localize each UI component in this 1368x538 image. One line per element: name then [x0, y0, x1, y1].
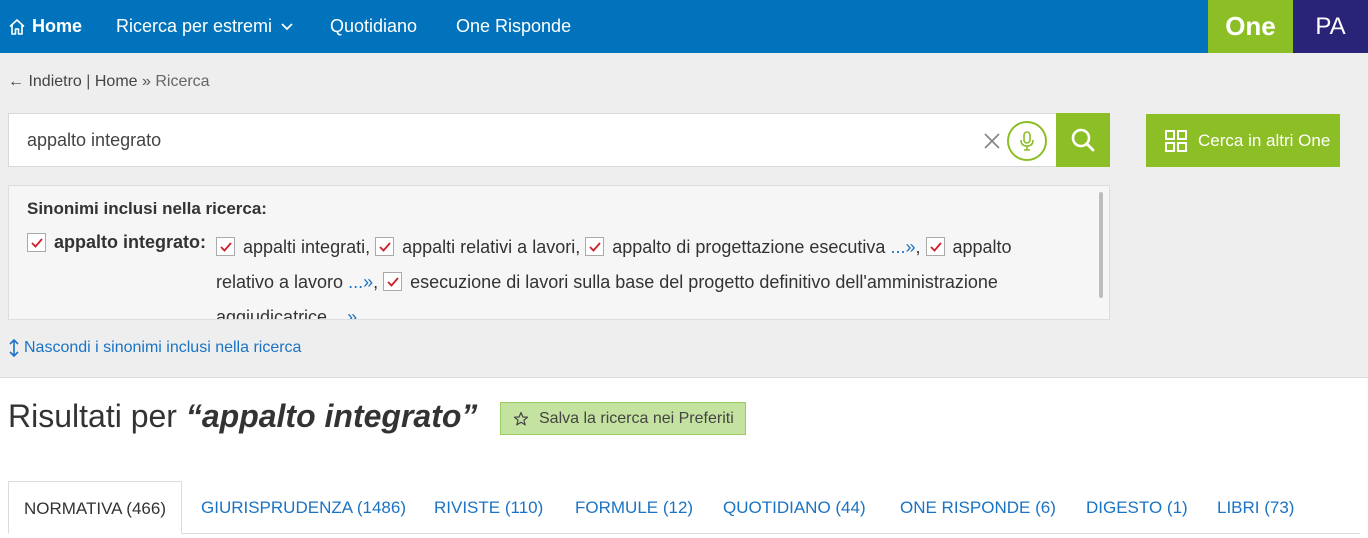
tab-formule[interactable]: FORMULE (12)	[575, 481, 693, 534]
breadcrumb-home-link[interactable]: Home	[95, 73, 138, 90]
synonym-item: appalto di progettazione esecutiva ...»,	[585, 237, 921, 257]
tab-normativa[interactable]: NORMATIVA (466)	[8, 481, 182, 534]
synonym-checkbox[interactable]	[383, 272, 403, 291]
check-icon	[31, 238, 43, 248]
check-icon	[387, 277, 399, 287]
results-title: Risultati per “appalto integrato”	[8, 398, 477, 435]
nav-ricerca-per-estremi[interactable]: Ricerca per estremi	[116, 0, 294, 53]
synonym-separator: ,	[575, 237, 581, 257]
check-icon	[220, 242, 232, 252]
search-area: ← Indietro | Home » Ricerca Cerca in alt…	[0, 53, 1368, 378]
nav-one-risponde[interactable]: One Risponde	[456, 0, 571, 53]
tab-digesto[interactable]: DIGESTO (1)	[1086, 481, 1188, 534]
nav-ricerca-label: Ricerca per estremi	[116, 16, 273, 36]
microphone-button[interactable]	[1007, 121, 1047, 161]
hide-synonyms-label: Nascondi i sinonimi inclusi nella ricerc…	[24, 339, 302, 356]
brand-logo-one[interactable]: One	[1208, 0, 1293, 53]
tab-riviste[interactable]: RIVISTE (110)	[434, 481, 543, 534]
search-icon	[1071, 128, 1095, 152]
save-search-label: Salva la ricerca nei Preferiti	[539, 409, 734, 427]
synonym-main-label: appalto integrato:	[54, 232, 206, 252]
search-button[interactable]	[1056, 113, 1110, 167]
tab-libri[interactable]: LIBRI (73)	[1217, 481, 1294, 534]
synonym-checkbox[interactable]	[585, 237, 605, 256]
synonym-main-term: appalto integrato:	[27, 232, 206, 253]
synonym-separator: ,	[915, 237, 921, 257]
synonym-checkbox[interactable]	[375, 237, 395, 256]
synonym-separator: ,	[373, 272, 379, 292]
synonym-more-link[interactable]: ...»	[348, 272, 373, 292]
results-title-prefix: Risultati per	[8, 398, 186, 434]
synonym-more-link[interactable]: ...»	[890, 237, 915, 257]
synonym-main-checkbox[interactable]	[27, 233, 46, 252]
synonym-item: appalti relativi a lavori,	[375, 237, 580, 257]
synonym-label: appalto di progettazione esecutiva	[612, 237, 886, 257]
synonym-more-link[interactable]: ...»	[332, 307, 357, 319]
clear-icon[interactable]	[981, 130, 1003, 152]
search-box	[8, 113, 1057, 167]
synonym-separator: ,	[365, 237, 371, 257]
synonym-item: appalti integrati,	[216, 237, 370, 257]
synonym-checkbox[interactable]	[216, 237, 235, 256]
synonyms-list: appalti integrati, appalti relativi a la…	[216, 230, 1074, 319]
cerca-in-altri-one-label: Cerca in altri One	[1198, 130, 1331, 150]
breadcrumb-separator: |	[81, 73, 95, 90]
hide-synonyms-link[interactable]: Nascondi i sinonimi inclusi nella ricerc…	[8, 338, 301, 358]
grid-icon	[1165, 129, 1187, 152]
search-input[interactable]	[9, 114, 969, 166]
check-icon	[589, 242, 601, 252]
check-icon	[929, 242, 942, 252]
tab-giurisprudenza[interactable]: GIURISPRUDENZA (1486)	[201, 481, 406, 534]
synonyms-scrollbar[interactable]	[1099, 192, 1103, 298]
breadcrumb: ← Indietro | Home » Ricerca	[8, 73, 210, 91]
chevron-down-icon	[281, 22, 293, 30]
tab-one-risponde[interactable]: ONE RISPONDE (6)	[900, 481, 1056, 534]
save-search-button[interactable]: Salva la ricerca nei Preferiti	[500, 402, 746, 435]
results-query: “appalto integrato”	[185, 398, 478, 434]
home-icon	[9, 18, 25, 35]
breadcrumb-current: Ricerca	[155, 73, 210, 90]
tab-quotidiano[interactable]: QUOTIDIANO (44)	[723, 481, 866, 534]
synonym-label: appalti integrati	[243, 237, 366, 257]
breadcrumb-separator: »	[137, 73, 156, 90]
synonyms-title: Sinonimi inclusi nella ricerca:	[27, 199, 267, 218]
synonym-checkbox[interactable]	[925, 237, 945, 256]
synonym-label: appalti relativi a lavori	[402, 237, 576, 257]
microphone-icon	[1020, 131, 1034, 151]
vertical-arrows-icon	[9, 338, 19, 358]
check-icon	[379, 242, 391, 252]
synonyms-panel: Sinonimi inclusi nella ricerca: appalto …	[8, 185, 1110, 320]
nav-home[interactable]: Home	[8, 0, 82, 53]
brand-logo-pa[interactable]: PA	[1293, 0, 1368, 53]
star-icon	[513, 411, 529, 425]
breadcrumb-back-link[interactable]: ← Indietro	[8, 73, 82, 90]
nav-quotidiano[interactable]: Quotidiano	[330, 0, 417, 53]
top-nav: Home Ricerca per estremi Quotidiano One …	[0, 0, 1368, 53]
nav-home-label: Home	[32, 16, 83, 36]
cerca-in-altri-one-button[interactable]: Cerca in altri One	[1146, 114, 1340, 167]
results-tabs: NORMATIVA (466) GIURISPRUDENZA (1486) RI…	[8, 481, 1360, 538]
